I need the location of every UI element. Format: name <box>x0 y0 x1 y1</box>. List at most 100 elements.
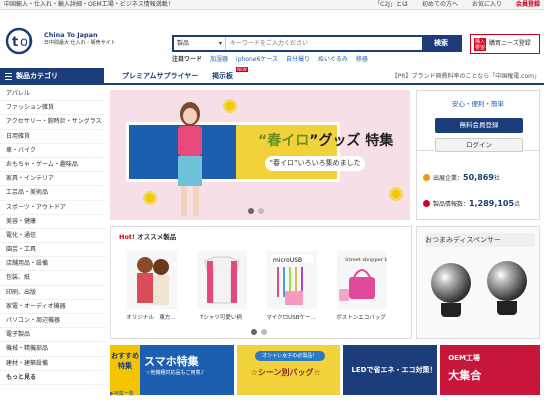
feature-list-link[interactable]: ▶特集一覧 <box>110 390 134 397</box>
sidebar-item[interactable]: 家電・オーディオ機器 <box>0 300 105 314</box>
sidebar-item[interactable]: 印刷、出版 <box>0 286 105 300</box>
banner-led[interactable]: LEDで省エネ・エコ対策！ <box>343 345 438 395</box>
top-bar-tagline: 中国輸入・仕入れ・輸入詳細・OEM工場・ビジネス情報満載！ <box>4 1 174 8</box>
sidebar-item[interactable]: 建材・建築設備 <box>0 357 105 371</box>
company-icon <box>423 174 430 181</box>
new-badge: NEW <box>236 67 248 72</box>
sidebar-item[interactable]: ファッション雑貨 <box>0 101 105 116</box>
dispenser-stand <box>497 301 517 315</box>
sidebar-item[interactable]: 電子製品 <box>0 328 105 343</box>
top-link-first[interactable]: 初めての方へ <box>422 0 458 10</box>
sidebar-item[interactable]: スポーツ・アウトドア <box>0 201 105 215</box>
flower-icon <box>222 98 238 114</box>
carousel-dot[interactable] <box>248 208 254 214</box>
stat-label: 製品情報数： <box>433 201 470 208</box>
sidebar-item[interactable]: 園芸・工具 <box>0 243 105 258</box>
sidebar-item[interactable]: 工芸品・美術品 <box>0 186 105 201</box>
pr-link[interactable]: 【PR】ブランド興費料率のことなら「中国権電.com」 <box>392 68 540 85</box>
banner-smartphone[interactable]: おすすめ特集 スマホ特集 ☆他機種対応品もご用意♪ <box>110 345 234 395</box>
top-bar: 中国輸入・仕入れ・輸入詳細・OEM工場・ビジネス情報満載！ 「C2J」とは 初め… <box>0 0 544 10</box>
sidebar-item[interactable]: アクセサリー・腕時計・サングラス <box>0 115 105 130</box>
product-card[interactable]: Tシャツ可愛い柄 <box>191 245 251 325</box>
sidebar-item[interactable]: 店舗用品・設備 <box>0 257 105 272</box>
request-needs-button[interactable]: 購入要望 購買ニーズ登録 <box>470 34 540 54</box>
svg-text:oJ: oJ <box>20 35 32 50</box>
recommend-tag: おすすめ特集 <box>110 345 140 395</box>
category-menu-button[interactable]: 製品カテゴリ <box>0 68 104 85</box>
sidebar-item[interactable]: おもちゃ・ゲーム・趣味品 <box>0 158 105 173</box>
search-input[interactable] <box>226 37 422 50</box>
sidebar-item[interactable]: 包装、紙 <box>0 271 105 286</box>
hero-subtitle: “春イロ”いろいろ集めました <box>265 156 365 171</box>
sidebar-more[interactable]: もっと見る <box>0 371 105 385</box>
top-link-register[interactable]: 会員登録 <box>516 0 540 10</box>
logo-jp: 日中間最大 仕入れ・販売サイト <box>44 40 116 46</box>
product-caption: オリジナル 東方... <box>126 315 176 321</box>
flower-icon <box>388 186 404 202</box>
request-icon: 購入要望 <box>474 38 486 51</box>
menu-icon <box>5 73 12 80</box>
dispenser-stand <box>441 303 461 317</box>
search-button[interactable]: 検索 <box>422 37 460 50</box>
stat-label: 出展企業： <box>433 175 464 182</box>
stat-value: 1,289,105 <box>469 199 515 208</box>
sidebar-item[interactable]: 美容・健康 <box>0 215 105 229</box>
ad-title: おつまみディスペンサー <box>425 233 535 247</box>
product-card[interactable]: オリジナル 東方... <box>121 245 181 325</box>
sidebar-item[interactable]: パソコン・周辺機器 <box>0 314 105 329</box>
stat-unit: 点 <box>514 201 521 208</box>
sidebar-item[interactable]: アパレル <box>0 87 105 102</box>
hero-banner[interactable]: “春イロ”グッズ 特集 “春イロ”いろいろ集めました <box>110 90 410 220</box>
stat-value: 50,869 <box>463 173 494 182</box>
svg-text:microUSB: microUSB <box>273 257 302 264</box>
keyword-link[interactable]: iphone6ケース <box>236 55 278 64</box>
model-image <box>178 102 202 216</box>
svg-text:Street shopper bag: Street shopper bag <box>345 257 387 263</box>
banner-subtitle: オシャレ女子の必需品！ <box>254 351 325 361</box>
banner-title: ☆シーン別バッグ☆ <box>250 368 321 377</box>
sidebar-item[interactable]: 機械・精機部品 <box>0 342 105 357</box>
keyword-link[interactable]: 自分撮り <box>286 55 310 64</box>
nav-premium-supplier[interactable]: プレミアムサプライヤー <box>122 68 198 85</box>
stat-companies: 出展企業：50,869社 <box>423 173 500 182</box>
member-tagline: 安心・便利・簡単 <box>452 100 504 108</box>
search-category-select[interactable]: 製品 <box>174 37 226 50</box>
product-card[interactable]: microUSB マイクロUSBケー... <box>261 245 321 325</box>
svg-text:t: t <box>12 35 18 50</box>
keyword-link[interactable]: 加湿器 <box>210 55 228 64</box>
keyword-link[interactable]: 移器 <box>356 55 368 64</box>
sidebar-item[interactable]: 車・バイク <box>0 144 105 158</box>
product-image <box>127 251 177 309</box>
login-button[interactable]: ログイン <box>435 138 523 152</box>
banner-subtitle: OEM工場 <box>448 354 480 362</box>
stat-products: 製品情報数：1,289,105点 <box>423 199 520 208</box>
keyword-link[interactable]: ぬいぐるみ <box>318 55 348 64</box>
recommended-products: Hot! オススメ製品 オリジナル 東方... Tシャツ可愛い柄 microUS… <box>110 226 412 339</box>
banner-oem[interactable]: OEM工場 大集合 <box>440 345 540 395</box>
top-link-favorite[interactable]: お気に入り <box>472 0 502 10</box>
keyword-heading: 注目ワード <box>172 56 203 63</box>
product-card[interactable]: Street shopper bag ボストンエコバッグ <box>331 245 391 325</box>
logo-text: China To Japan 日中間最大 仕入れ・販売サイト <box>44 31 116 47</box>
sidebar-item[interactable]: 日用雑貨 <box>0 130 105 144</box>
banner-title: LEDで省エネ・エコ対策！ <box>351 366 437 374</box>
top-link-about[interactable]: 「C2J」とは <box>374 0 408 10</box>
hot-label: Hot! <box>119 233 135 241</box>
carousel-dot[interactable] <box>261 329 267 335</box>
recommended-title: オススメ製品 <box>137 233 177 241</box>
banner-bags[interactable]: オシャレ女子の必需品！ ☆シーン別バッグ☆ <box>236 345 341 395</box>
sidebar-item[interactable]: 電化・通信 <box>0 229 105 244</box>
carousel-dot[interactable] <box>258 208 264 214</box>
site-logo-icon[interactable]: t oJ <box>4 26 44 56</box>
register-button[interactable]: 無料会員登録 <box>435 118 523 133</box>
nav-bulletin-board[interactable]: 掲示板 <box>212 68 233 85</box>
stat-unit: 社 <box>493 175 500 182</box>
logo-en: China To Japan <box>44 31 98 39</box>
hero-title-post: ”グッズ 特集 <box>309 133 394 149</box>
carousel-dot[interactable] <box>251 329 257 335</box>
ad-banner[interactable]: おつまみディスペンサー <box>416 226 540 339</box>
member-panel: 安心・便利・簡単 無料会員登録 ログイン 出展企業：50,869社 製品情報数：… <box>416 90 540 220</box>
feature-banners: おすすめ特集 スマホ特集 ☆他機種対応品もご用意♪ オシャレ女子の必需品！ ☆シ… <box>110 345 540 395</box>
dispenser-image <box>431 263 471 303</box>
sidebar-item[interactable]: 家具・インテリア <box>0 172 105 187</box>
